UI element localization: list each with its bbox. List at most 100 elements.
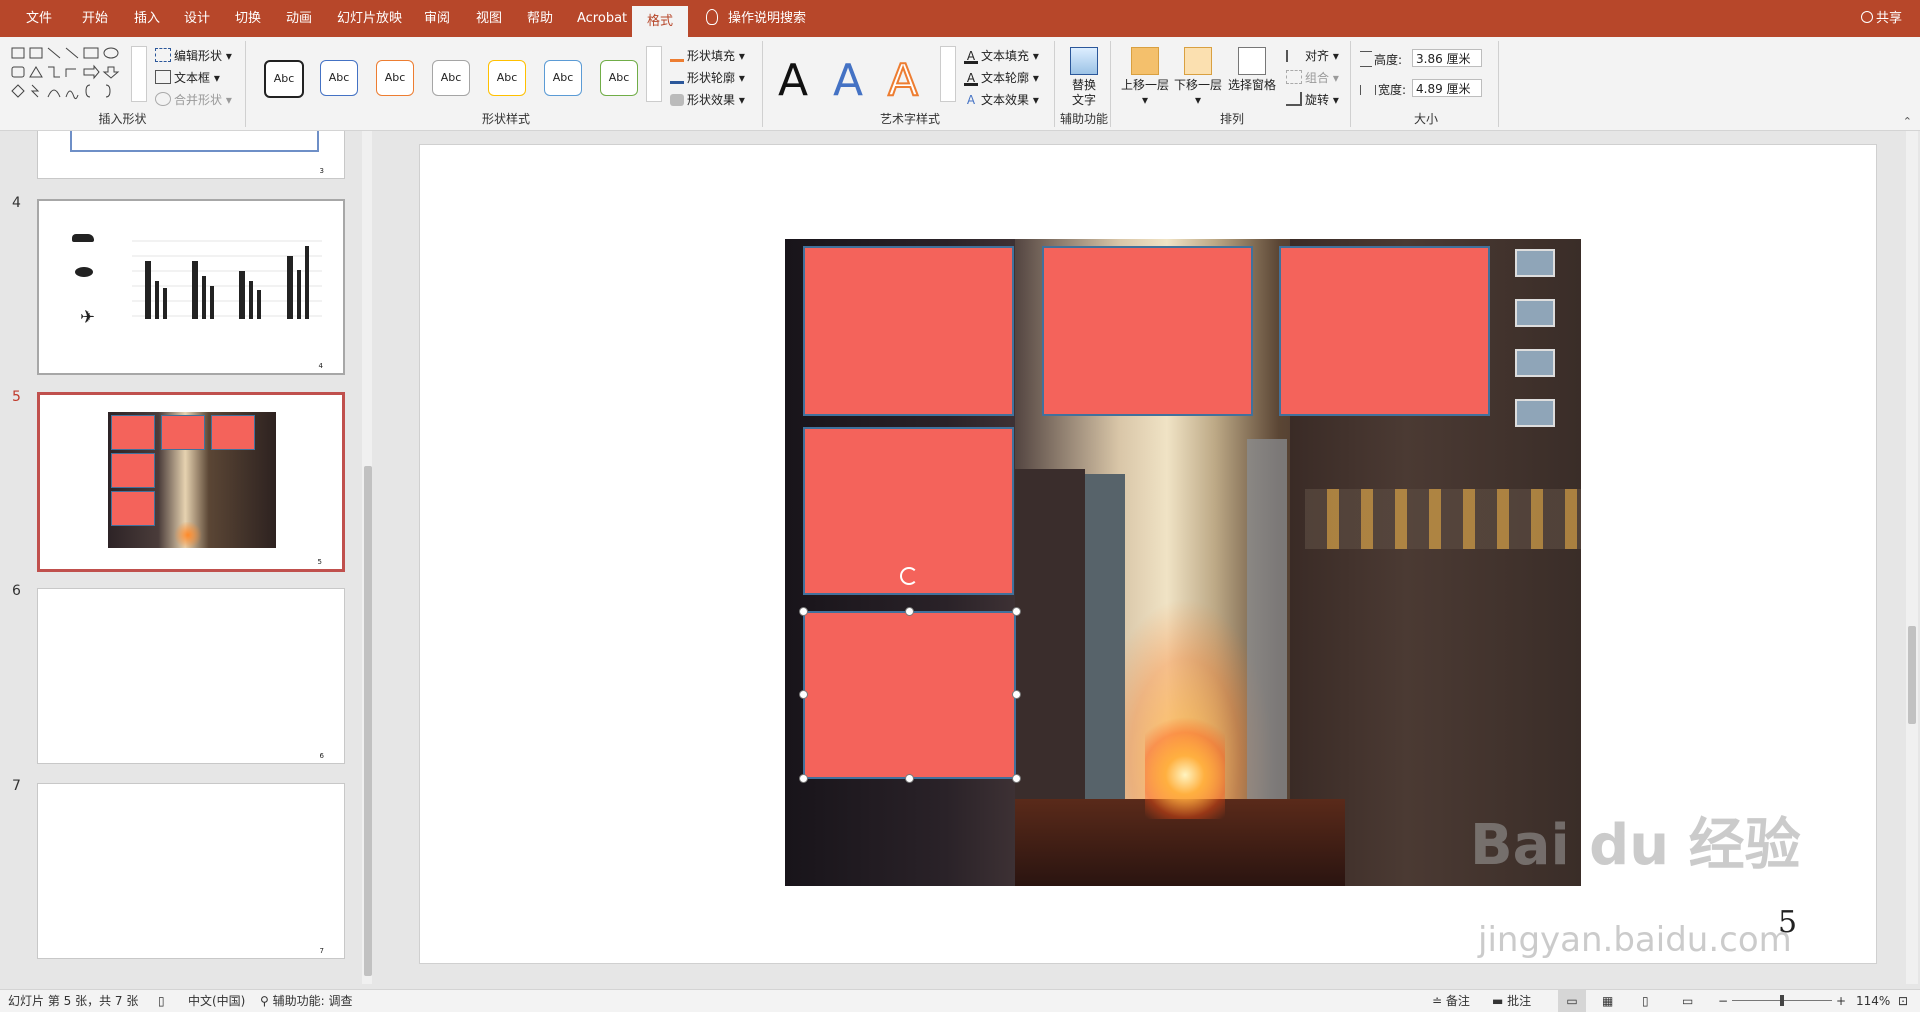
slide-sorter-icon[interactable]: ▦ xyxy=(1602,990,1613,1012)
send-backward-button[interactable]: 下移一层 ▾ xyxy=(1173,47,1223,108)
text-effects-button[interactable]: A 文本效果 ▾ xyxy=(964,91,1039,108)
height-input[interactable]: 3.86 厘米 xyxy=(1412,49,1482,67)
shape-style-scroll[interactable] xyxy=(646,46,662,102)
alt-text-icon xyxy=(1070,47,1098,75)
shapes-gallery-icon xyxy=(11,47,120,100)
rotate-handle-icon[interactable] xyxy=(900,567,918,585)
text-outline-button[interactable]: A 文本轮廓 ▾ xyxy=(964,69,1039,86)
resize-handle[interactable] xyxy=(1012,774,1021,783)
tab-0[interactable]: 文件 xyxy=(26,0,52,37)
shape-gallery-scroll[interactable] xyxy=(131,46,147,102)
zoom-slider-thumb[interactable] xyxy=(1780,995,1784,1006)
shape-style-swatch[interactable]: Abc xyxy=(264,60,304,98)
notes-button[interactable]: ≐ 备注 xyxy=(1432,990,1470,1012)
resize-handle[interactable] xyxy=(799,607,808,616)
red-rectangle-top-left[interactable] xyxy=(803,246,1014,416)
align-button[interactable]: 对齐 ▾ xyxy=(1286,47,1339,64)
resize-handle[interactable] xyxy=(1012,607,1021,616)
zoom-out-icon[interactable]: − xyxy=(1718,990,1728,1012)
group-label-wordart: 艺术字样式 xyxy=(879,112,940,126)
shape-style-swatch[interactable]: Abc xyxy=(488,60,526,96)
tab-7[interactable]: 审阅 xyxy=(424,0,450,37)
spellcheck-icon[interactable]: ▯ xyxy=(158,990,165,1012)
normal-view-icon[interactable]: ▭ xyxy=(1558,990,1586,1012)
wordart-style-swatch[interactable]: A xyxy=(833,55,863,106)
tell-me-search[interactable]: 操作说明搜索 xyxy=(706,0,806,37)
text-outline-icon: A xyxy=(964,72,978,86)
city-sunset-photo[interactable] xyxy=(785,239,1581,886)
text-fill-icon: A xyxy=(964,50,978,64)
width-input[interactable]: 4.89 厘米 xyxy=(1412,79,1482,97)
shape-gallery[interactable] xyxy=(10,45,145,101)
thumbnail-page-number: 4 xyxy=(318,362,323,370)
tab-3[interactable]: 设计 xyxy=(184,0,210,37)
resize-handle[interactable] xyxy=(1012,690,1021,699)
red-rectangle-top-middle[interactable] xyxy=(1042,246,1253,416)
tab-10[interactable]: Acrobat xyxy=(577,0,627,37)
red-rectangle-bottom-left-selected[interactable] xyxy=(803,611,1016,779)
comments-button[interactable]: ▬ 批注 xyxy=(1492,990,1531,1012)
resize-handle[interactable] xyxy=(799,774,808,783)
text-box-button[interactable]: 文本框 ▾ xyxy=(155,69,220,86)
tab-6[interactable]: 幻灯片放映 xyxy=(337,0,402,37)
rotate-button[interactable]: 旋转 ▾ xyxy=(1286,91,1339,108)
slideshow-icon[interactable]: ▭ xyxy=(1682,990,1693,1012)
slide-thumbnail-3-partial[interactable]: 3 xyxy=(37,131,345,179)
height-label: 高度: xyxy=(1360,51,1402,68)
align-icon xyxy=(1286,50,1302,62)
slide-thumbnail-4[interactable]: ✈ 4 xyxy=(37,199,345,375)
selection-pane-button[interactable]: 选择窗格 xyxy=(1226,47,1278,93)
slide-number: 7 xyxy=(12,778,21,794)
group-label-size: 大小 xyxy=(1413,112,1438,126)
alt-text-button[interactable]: 替换 文字 xyxy=(1066,47,1102,108)
tab-format[interactable]: 格式 xyxy=(632,6,689,37)
resize-handle[interactable] xyxy=(905,607,914,616)
slide-number-active: 5 xyxy=(12,389,21,405)
wordart-style-swatch[interactable]: A xyxy=(778,55,808,106)
baidu-watermark-url: jingyan.baidu.com xyxy=(1478,920,1792,960)
slide-thumbnail-5-selected[interactable]: 5 xyxy=(37,392,345,572)
slide-thumbnail-7[interactable]: 7 xyxy=(37,783,345,959)
accessibility-status[interactable]: ⚲ 辅助功能: 调查 xyxy=(260,990,352,1012)
shape-style-swatch[interactable]: Abc xyxy=(320,60,358,96)
resize-handle[interactable] xyxy=(799,690,808,699)
tab-1[interactable]: 开始 xyxy=(82,0,108,37)
resize-handle[interactable] xyxy=(905,774,914,783)
shape-style-swatch[interactable]: Abc xyxy=(432,60,470,96)
edit-shape-label: 编辑形状 xyxy=(174,49,223,63)
edit-shape-button[interactable]: 编辑形状 ▾ xyxy=(155,47,232,64)
language-status[interactable]: 中文(中国) xyxy=(188,990,245,1012)
shape-fill-button[interactable]: 形状填充 ▾ xyxy=(670,47,745,64)
slide-thumbnail-6[interactable]: 6 xyxy=(37,588,345,764)
collapse-ribbon-icon[interactable]: ⌃ xyxy=(1903,115,1912,128)
send-backward-icon xyxy=(1184,47,1212,75)
wordart-scroll[interactable] xyxy=(940,46,956,102)
rotate-icon xyxy=(1286,92,1302,106)
thumbnail-page-number: 5 xyxy=(317,558,322,566)
person-icon xyxy=(1860,11,1873,23)
edit-shape-icon xyxy=(155,48,171,62)
send-backward-label: 下移一层 xyxy=(1173,78,1222,92)
tab-5[interactable]: 动画 xyxy=(286,0,312,37)
shape-outline-button[interactable]: 形状轮廓 ▾ xyxy=(670,69,745,86)
shape-style-swatch[interactable]: Abc xyxy=(376,60,414,96)
editor-scrollbar[interactable] xyxy=(1906,131,1918,984)
tab-4[interactable]: 切换 xyxy=(235,0,261,37)
zoom-in-icon[interactable]: + xyxy=(1836,990,1846,1012)
text-fill-button[interactable]: A 文本填充 ▾ xyxy=(964,47,1039,64)
wordart-style-swatch[interactable]: A xyxy=(887,54,919,107)
shape-effects-button[interactable]: 形状效果 ▾ xyxy=(670,91,745,108)
tab-2[interactable]: 插入 xyxy=(134,0,160,37)
shape-style-gallery: Abc Abc Abc Abc Abc Abc Abc xyxy=(254,45,654,101)
red-rectangle-top-right[interactable] xyxy=(1279,246,1490,416)
share-button[interactable]: 共享 xyxy=(1860,0,1902,37)
pencil-icon xyxy=(670,69,684,84)
shape-style-swatch[interactable]: Abc xyxy=(600,60,638,96)
tab-9[interactable]: 帮助 xyxy=(527,0,553,37)
fit-slide-icon[interactable]: ⊡ xyxy=(1898,990,1908,1012)
reading-view-icon[interactable]: ▯ xyxy=(1642,990,1649,1012)
shape-style-swatch[interactable]: Abc xyxy=(544,60,582,96)
zoom-level[interactable]: 114% xyxy=(1856,990,1890,1012)
tab-8[interactable]: 视图 xyxy=(476,0,502,37)
bring-forward-button[interactable]: 上移一层 ▾ xyxy=(1120,47,1170,108)
